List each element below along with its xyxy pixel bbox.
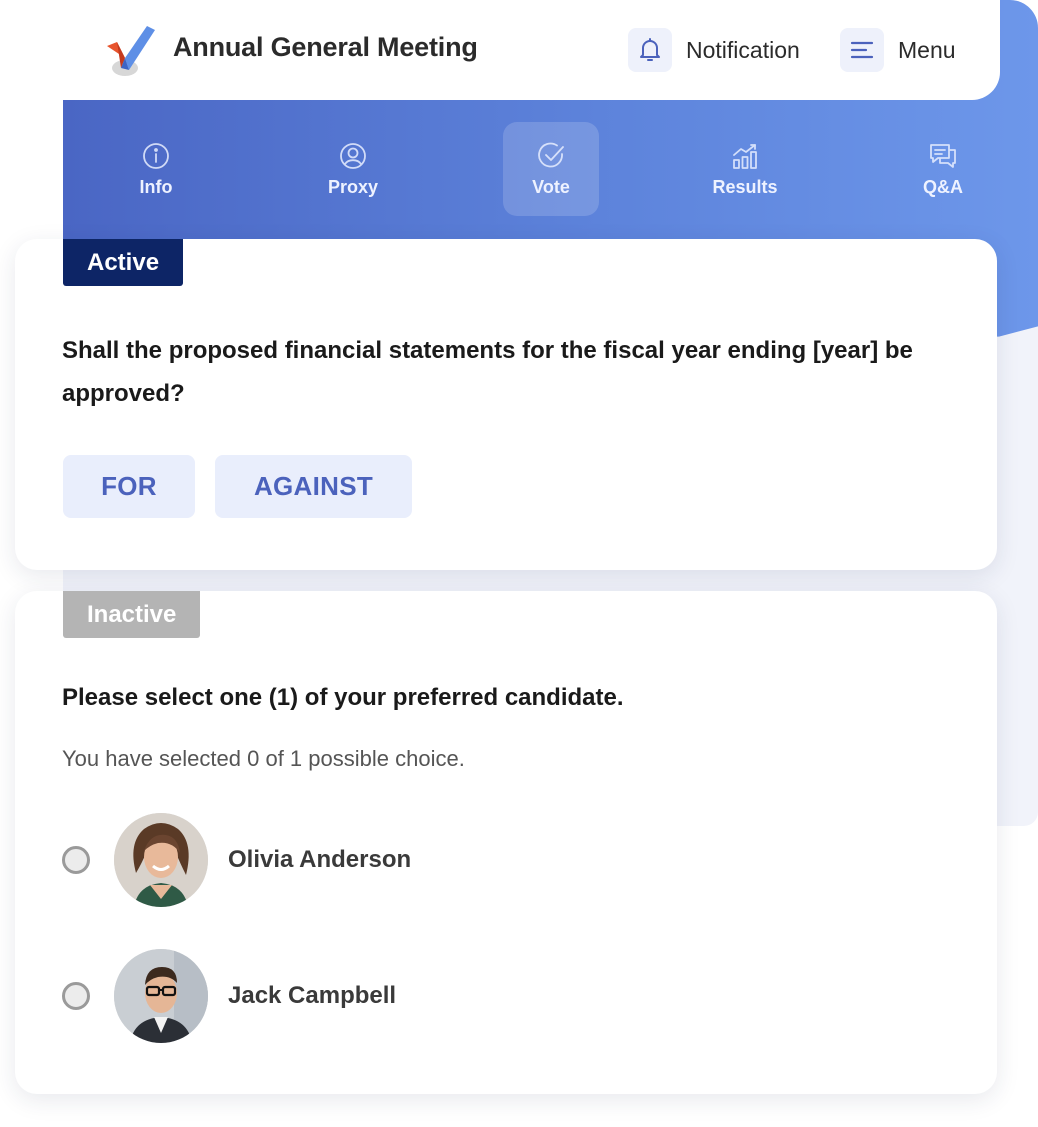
hamburger-icon: [840, 28, 884, 72]
info-icon: [141, 141, 171, 171]
candidate-row[interactable]: Olivia Anderson: [62, 813, 411, 907]
bar-chart-icon: [730, 141, 760, 171]
candidate-radio[interactable]: [62, 846, 90, 874]
menu-button[interactable]: Menu: [840, 28, 956, 72]
chat-icon: [928, 141, 958, 171]
candidate-radio[interactable]: [62, 982, 90, 1010]
vote-against-button[interactable]: AGAINST: [215, 455, 412, 518]
notification-label: Notification: [686, 36, 800, 63]
tab-info[interactable]: Info: [108, 122, 204, 216]
tab-qa[interactable]: Q&A: [895, 122, 991, 216]
active-resolution-card: Active Shall the proposed financial stat…: [15, 239, 997, 570]
candidate-name: Jack Campbell: [228, 982, 397, 1009]
avatar: [114, 813, 208, 907]
selection-counter: You have selected 0 of 1 possible choice…: [62, 746, 465, 771]
tab-results-label: Results: [712, 176, 778, 197]
checkmark-logo: [103, 24, 159, 78]
election-question: Please select one (1) of your preferred …: [62, 684, 624, 711]
vote-for-button[interactable]: FOR: [63, 455, 195, 518]
tab-info-label: Info: [139, 176, 173, 197]
candidate-name: Olivia Anderson: [228, 846, 412, 873]
app-title: Annual General Meeting: [173, 32, 478, 62]
tab-bar: Info Proxy Vote Results Q&A: [63, 100, 1000, 240]
top-bar: Annual General Meeting Notification Menu: [63, 0, 1000, 100]
status-badge-active: Active: [63, 239, 184, 286]
inactive-election-card: Inactive Please select one (1) of your p…: [15, 591, 997, 1094]
menu-label: Menu: [898, 36, 956, 63]
bell-icon: [628, 28, 672, 72]
status-badge-inactive: Inactive: [63, 591, 201, 638]
tab-vote-label: Vote: [532, 176, 570, 197]
tab-proxy[interactable]: Proxy: [305, 122, 401, 216]
check-circle-icon: [536, 141, 566, 171]
user-circle-icon: [338, 141, 368, 171]
tab-results[interactable]: Results: [697, 122, 793, 216]
resolution-question: Shall the proposed financial statements …: [62, 337, 913, 407]
tab-qa-label: Q&A: [923, 176, 963, 197]
tab-vote[interactable]: Vote: [503, 122, 599, 216]
tab-proxy-label: Proxy: [327, 176, 379, 197]
notification-button[interactable]: Notification: [628, 28, 800, 72]
avatar: [114, 949, 208, 1043]
candidate-row[interactable]: Jack Campbell: [62, 949, 396, 1043]
